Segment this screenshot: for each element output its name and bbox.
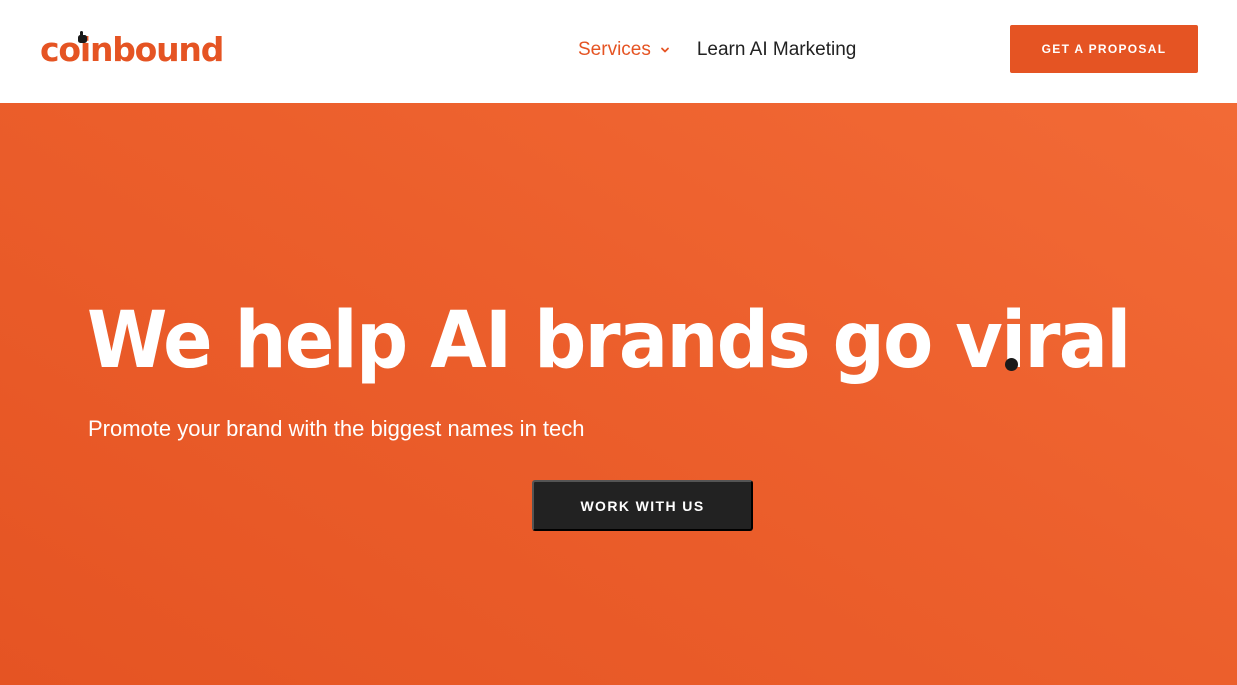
site-header: coinbound Services Learn AI Marketing GE… (0, 0, 1237, 103)
chevron-down-icon (660, 47, 669, 53)
hero-headline: We help AI brands go viral (87, 296, 1131, 386)
hero-subheadline: Promote your brand with the biggest name… (88, 416, 585, 441)
fist-icon (78, 31, 87, 43)
headline-period-dot (1005, 358, 1018, 371)
main-nav: Services Learn AI Marketing (578, 37, 856, 63)
logo[interactable]: coinbound (40, 28, 224, 69)
logo-wordmark: coinbound (40, 30, 224, 69)
nav-item-services[interactable]: Services (578, 39, 670, 61)
nav-item-learn-ai-marketing[interactable]: Learn AI Marketing (697, 39, 856, 61)
work-with-us-button[interactable]: WORK WITH US (532, 480, 753, 531)
hero-section: We help AI brands go viral Promote your … (0, 103, 1237, 685)
nav-item-services-label: Services (578, 39, 651, 60)
get-a-proposal-button[interactable]: GET A PROPOSAL (1010, 25, 1198, 73)
